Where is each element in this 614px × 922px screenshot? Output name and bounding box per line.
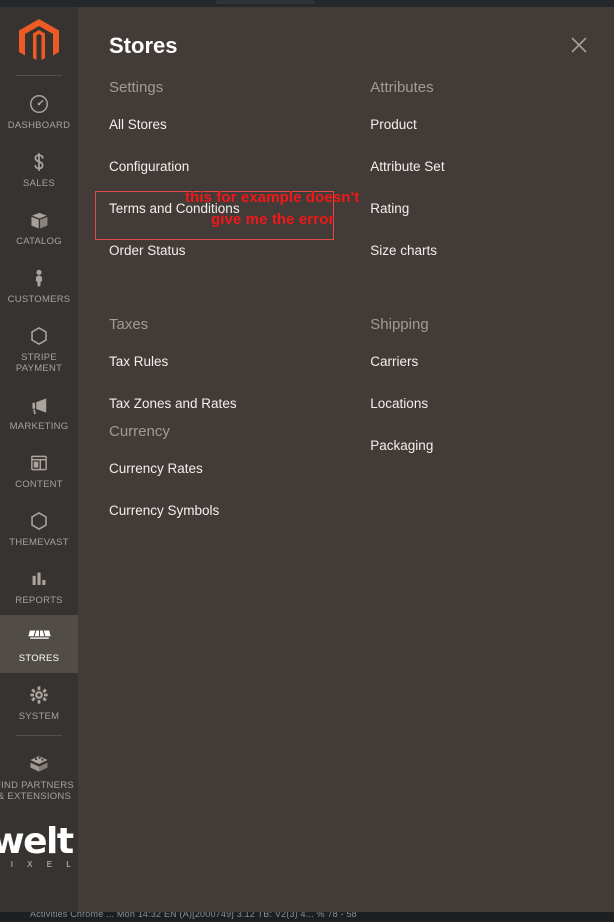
storefront-icon: [27, 624, 52, 650]
gauge-icon: [28, 91, 50, 117]
extension-icon: [27, 751, 51, 777]
sidebar-item-label: STORES: [18, 653, 60, 664]
gear-icon: [28, 682, 50, 708]
page-title: Stores: [109, 33, 178, 58]
sidebar-item-sales[interactable]: SALES: [0, 140, 78, 198]
sidebar-item-find-partners[interactable]: FIND PARTNERS & EXTENSIONS: [0, 742, 78, 811]
taskbar-text: Activities Chrome ... Mon 14:32 EN (A)[2…: [30, 912, 357, 919]
weltpixel-wordmark: welt: [0, 821, 74, 862]
stores-menu-panel: Stores Settings All Stores Configuration…: [78, 7, 614, 912]
hexagon-icon: [28, 508, 50, 534]
hexagon-icon: [28, 323, 50, 349]
sidebar-divider-bottom: [16, 735, 62, 736]
layout-icon: [28, 450, 50, 476]
group-title: Shipping: [370, 316, 429, 333]
menu-link-order-status[interactable]: Order Status: [109, 230, 370, 272]
menu-link-rating[interactable]: Rating: [370, 188, 614, 230]
admin-sidebar: DASHBOARD SALES CATALOG CUSTOMERS STRIPE…: [0, 7, 78, 912]
magento-logo-icon: [19, 19, 59, 60]
menu-link-currency-symbols[interactable]: Currency Symbols: [109, 490, 370, 532]
weltpixel-subtitle: P I X E L: [0, 860, 77, 869]
sidebar-item-label: FIND PARTNERS & EXTENSIONS: [0, 780, 74, 802]
group-links: Product Attribute Set Rating Size charts: [370, 104, 614, 272]
sidebar-item-marketing[interactable]: MARKETING: [0, 383, 78, 441]
menu-link-attribute-set[interactable]: Attribute Set: [370, 146, 614, 188]
menu-link-configuration[interactable]: Configuration: [109, 146, 370, 188]
sidebar-item-stripe-payment[interactable]: STRIPE PAYMENT: [0, 314, 78, 383]
bar-chart-icon: [28, 566, 50, 592]
os-taskbar: Activities Chrome ... Mon 14:32 EN (A)[2…: [0, 912, 614, 922]
browser-tab[interactable]: [215, 0, 315, 4]
group-title: Currency: [109, 423, 170, 440]
menu-link-locations[interactable]: Locations: [370, 383, 614, 425]
menu-row-3: Currency Currency Rates Currency Symbols: [109, 423, 614, 532]
menu-link-tax-zones-and-rates[interactable]: Tax Zones and Rates: [109, 383, 370, 425]
sidebar-item-system[interactable]: SYSTEM: [0, 673, 78, 731]
menu-link-size-charts[interactable]: Size charts: [370, 230, 614, 272]
sidebar-item-dashboard[interactable]: DASHBOARD: [0, 82, 78, 140]
dollar-icon: [28, 149, 50, 175]
weltpixel-logo: welt P I X E L: [0, 821, 78, 870]
menu-link-carriers[interactable]: Carriers: [370, 341, 614, 383]
browser-chrome-bar: [0, 0, 614, 7]
person-icon: [29, 265, 49, 291]
sidebar-item-label: MARKETING: [9, 421, 69, 432]
sidebar-item-label: CATALOG: [16, 236, 62, 247]
sidebar-item-label: REPORTS: [15, 595, 63, 606]
menu-group-spacer: [370, 423, 614, 532]
sidebar-item-label: STRIPE PAYMENT: [15, 352, 63, 374]
sidebar-item-reports[interactable]: REPORTS: [0, 557, 78, 615]
group-title: Taxes: [109, 316, 149, 333]
sidebar-item-label: SALES: [23, 178, 55, 189]
screen-root: DASHBOARD SALES CATALOG CUSTOMERS STRIPE…: [0, 0, 614, 922]
sidebar-item-label: CUSTOMERS: [7, 294, 71, 305]
magento-logo[interactable]: [0, 7, 78, 75]
sidebar-item-label: THEMEVAST: [9, 537, 69, 548]
sidebar-item-themevast[interactable]: THEMEVAST: [0, 499, 78, 557]
sidebar-item-label: DASHBOARD: [7, 120, 71, 131]
sidebar-item-label: SYSTEM: [18, 711, 60, 722]
menu-link-product[interactable]: Product: [370, 104, 614, 146]
megaphone-icon: [28, 392, 51, 418]
sidebar-item-label: CONTENT: [15, 479, 63, 490]
sidebar-divider: [16, 75, 62, 76]
close-button[interactable]: [566, 32, 592, 58]
group-links: All Stores Configuration Terms and Condi…: [109, 104, 370, 272]
menu-group-attributes: Attributes Product Attribute Set Rating …: [370, 79, 614, 272]
menu-link-currency-rates[interactable]: Currency Rates: [109, 448, 370, 490]
sidebar-item-content[interactable]: CONTENT: [0, 441, 78, 499]
box-icon: [28, 207, 51, 233]
menu-row-1: Settings All Stores Configuration Terms …: [109, 79, 614, 272]
stores-menu-body: Settings All Stores Configuration Terms …: [78, 79, 614, 532]
group-links: Currency Rates Currency Symbols: [109, 448, 370, 532]
close-icon: [571, 37, 587, 53]
menu-link-terms-and-conditions[interactable]: Terms and Conditions: [109, 188, 370, 230]
menu-group-currency: Currency Currency Rates Currency Symbols: [109, 423, 370, 532]
group-title: Settings: [109, 79, 164, 96]
menu-link-tax-rules[interactable]: Tax Rules: [109, 341, 370, 383]
sidebar-item-stores[interactable]: STORES: [0, 615, 78, 673]
group-title: Attributes: [370, 79, 434, 96]
sidebar-item-customers[interactable]: CUSTOMERS: [0, 256, 78, 314]
menu-link-all-stores[interactable]: All Stores: [109, 104, 370, 146]
sidebar-item-catalog[interactable]: CATALOG: [0, 198, 78, 256]
menu-group-settings: Settings All Stores Configuration Terms …: [109, 79, 370, 272]
panel-header: Stores: [78, 7, 614, 79]
group-links: Tax Rules Tax Zones and Rates: [109, 341, 370, 425]
